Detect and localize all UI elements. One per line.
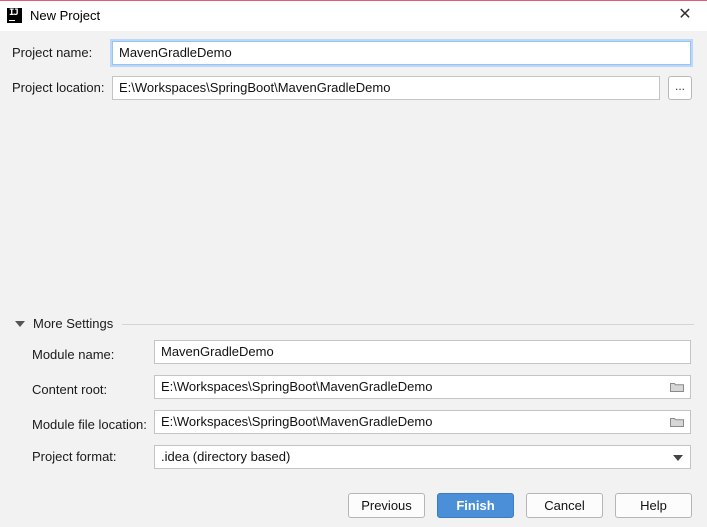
module-name-label: Module name: bbox=[32, 347, 115, 362]
triangle-down-icon bbox=[15, 321, 25, 327]
module-file-location-label: Module file location: bbox=[32, 417, 147, 432]
intellij-icon-letters: IJ bbox=[9, 8, 19, 18]
cancel-button[interactable]: Cancel bbox=[526, 493, 603, 518]
module-file-location-input[interactable]: E:\Workspaces\SpringBoot\MavenGradleDemo bbox=[154, 410, 691, 434]
intellij-icon: IJ bbox=[7, 8, 22, 23]
finish-button[interactable]: Finish bbox=[437, 493, 514, 518]
more-settings-title: More Settings bbox=[33, 316, 114, 331]
project-name-input[interactable]: MavenGradleDemo bbox=[112, 41, 691, 65]
module-file-location-value: E:\Workspaces\SpringBoot\MavenGradleDemo bbox=[161, 414, 433, 429]
help-button[interactable]: Help bbox=[615, 493, 692, 518]
project-location-label: Project location: bbox=[12, 80, 105, 95]
folder-icon[interactable] bbox=[670, 417, 684, 427]
title-bar: IJ New Project ✕ bbox=[0, 1, 707, 31]
project-format-select[interactable]: .idea (directory based) bbox=[154, 445, 691, 469]
content-root-value: E:\Workspaces\SpringBoot\MavenGradleDemo bbox=[161, 379, 433, 394]
content-root-input[interactable]: E:\Workspaces\SpringBoot\MavenGradleDemo bbox=[154, 375, 691, 399]
previous-button[interactable]: Previous bbox=[348, 493, 425, 518]
close-icon[interactable]: ✕ bbox=[677, 7, 693, 23]
browse-location-button[interactable]: ... bbox=[668, 76, 692, 100]
project-location-input[interactable]: E:\Workspaces\SpringBoot\MavenGradleDemo bbox=[112, 76, 660, 100]
chevron-down-icon bbox=[673, 455, 683, 461]
module-name-input[interactable]: MavenGradleDemo bbox=[154, 340, 691, 364]
section-divider bbox=[122, 324, 694, 325]
project-format-label: Project format: bbox=[32, 449, 117, 464]
window-title: New Project bbox=[30, 8, 101, 23]
content-root-label: Content root: bbox=[32, 382, 108, 397]
project-format-value: .idea (directory based) bbox=[161, 449, 291, 464]
folder-icon[interactable] bbox=[670, 382, 684, 392]
new-project-dialog: IJ New Project ✕ Project name: MavenGrad… bbox=[0, 0, 707, 527]
project-name-label: Project name: bbox=[12, 45, 93, 60]
